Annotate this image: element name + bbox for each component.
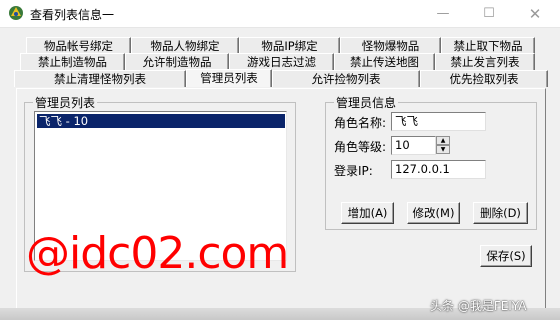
level-field[interactable]: 10 bbox=[391, 136, 436, 155]
admin-list-group-label: 管理员列表 bbox=[33, 94, 98, 111]
app-icon bbox=[9, 6, 23, 20]
delete-button[interactable]: 删除(D) bbox=[473, 202, 528, 224]
list-item[interactable]: 飞飞 - 10 bbox=[37, 114, 285, 128]
tab-item-ip-bind[interactable]: 物品IP绑定 bbox=[239, 37, 340, 54]
watermark: @idc02.com bbox=[26, 228, 289, 279]
edit-button[interactable]: 修改(M) bbox=[407, 202, 460, 224]
add-button[interactable]: 增加(A) bbox=[341, 202, 394, 224]
ip-label: 登录IP: bbox=[334, 164, 373, 178]
tab-no-chat-list[interactable]: 禁止发言列表 bbox=[435, 53, 535, 70]
level-label: 角色等级: bbox=[334, 140, 387, 154]
tab-priority-pickup[interactable]: 优先捡取列表 bbox=[420, 70, 548, 87]
tab-item-account-bind[interactable]: 物品帐号绑定 bbox=[26, 37, 131, 54]
tab-no-craft[interactable]: 禁止制造物品 bbox=[20, 53, 125, 70]
ip-field[interactable]: 127.0.0.1 bbox=[391, 160, 486, 179]
spin-down-icon[interactable]: ▼ bbox=[436, 145, 450, 154]
admin-info-group-label: 管理员信息 bbox=[334, 94, 399, 111]
credit-text: 头条 @我是FEIYA bbox=[430, 299, 527, 313]
tab-no-teleport-map[interactable]: 禁止传送地图 bbox=[334, 53, 435, 70]
tab-monster-drop[interactable]: 怪物爆物品 bbox=[340, 37, 441, 54]
name-label: 角色名称: bbox=[334, 116, 387, 130]
tab-log-filter[interactable]: 游戏日志过滤 bbox=[229, 53, 334, 70]
tab-item-character-bind[interactable]: 物品人物绑定 bbox=[131, 37, 239, 54]
spin-up-icon[interactable]: ▲ bbox=[436, 136, 450, 145]
window-title: 查看列表信息一 bbox=[30, 8, 115, 22]
tab-admin-list[interactable]: 管理员列表 bbox=[186, 69, 272, 87]
title-bar: 查看列表信息一 — ☐ ✕ bbox=[0, 0, 560, 28]
minimize-button[interactable]: — bbox=[420, 0, 466, 28]
tab-allow-pickup[interactable]: 允许捡物列表 bbox=[272, 70, 420, 87]
close-button[interactable]: ✕ bbox=[512, 0, 558, 28]
maximize-button[interactable]: ☐ bbox=[466, 0, 512, 28]
tab-no-clear-monster[interactable]: 禁止清理怪物列表 bbox=[14, 70, 186, 87]
tab-allow-craft[interactable]: 允许制造物品 bbox=[125, 53, 229, 70]
tab-no-unequip[interactable]: 禁止取下物品 bbox=[441, 37, 535, 54]
name-field[interactable]: 飞飞 bbox=[391, 112, 486, 131]
save-button[interactable]: 保存(S) bbox=[480, 245, 532, 267]
